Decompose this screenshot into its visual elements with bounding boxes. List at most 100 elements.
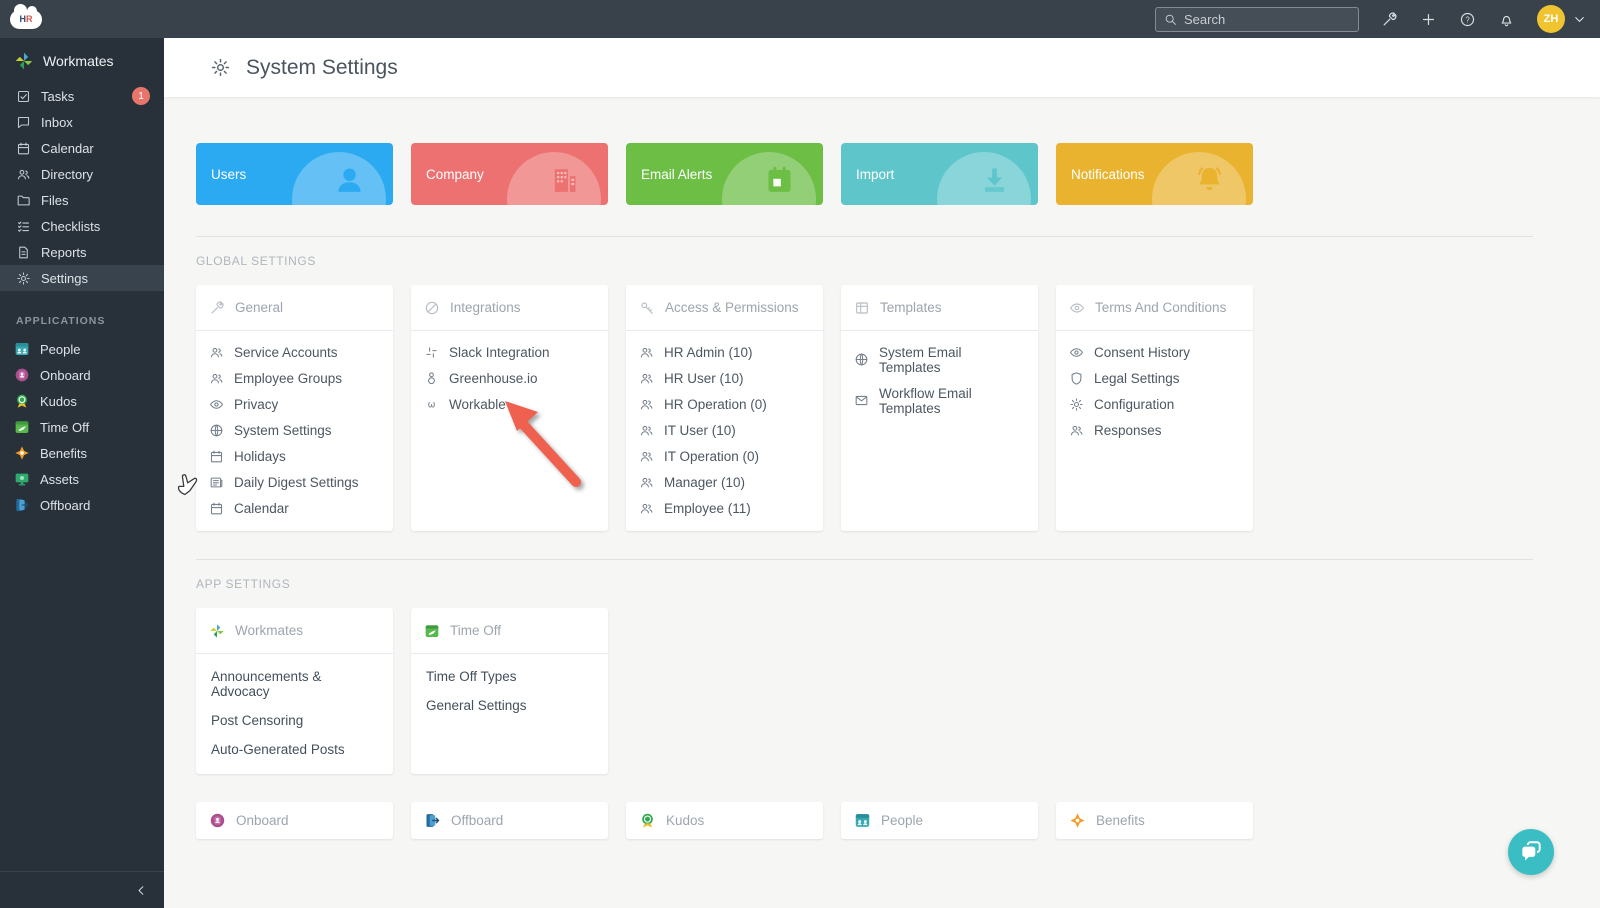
brand-label: Workmates [43, 53, 114, 69]
sidebar-app-assets[interactable]: Assets [0, 466, 164, 492]
wrench-icon [209, 300, 225, 316]
globe-icon [209, 423, 224, 438]
help-icon[interactable]: ? [1459, 11, 1476, 28]
global-settings-grid: General Service Accounts Employee Groups… [196, 285, 1533, 531]
plus-icon[interactable] [1420, 11, 1437, 28]
sidebar-app-onboard[interactable]: Onboard [0, 362, 164, 388]
link-consent-history[interactable]: Consent History [1056, 339, 1253, 365]
shortcut-cards: Users Company Email Alerts Import Notifi [196, 143, 1533, 205]
sidebar-app-timeoff[interactable]: Time Off [0, 414, 164, 440]
kudos-link-card[interactable]: Kudos [626, 802, 823, 839]
app-offboard-icon [14, 497, 30, 513]
link-responses[interactable]: Responses [1056, 417, 1253, 443]
import-card[interactable]: Import [841, 143, 1038, 205]
bell-icon[interactable] [1498, 11, 1515, 28]
users-card[interactable]: Users [196, 143, 393, 205]
chat-launcher-button[interactable] [1508, 829, 1554, 875]
chevron-down-icon[interactable] [1573, 13, 1586, 26]
link-workable[interactable]: ω Workable [411, 391, 608, 417]
sidebar-item-directory[interactable]: Directory [0, 161, 164, 187]
checklist-icon [16, 219, 31, 234]
link-service-accounts[interactable]: Service Accounts [196, 339, 393, 365]
link-hr-operation[interactable]: HR Operation (0) [626, 391, 823, 417]
wrench-icon[interactable] [1381, 11, 1398, 28]
link-timeoff-general-settings[interactable]: General Settings [411, 691, 608, 720]
sidebar-collapse-button[interactable] [0, 871, 164, 908]
app-settings-grid: Workmates Announcements & Advocacy Post … [196, 608, 1533, 774]
sidebar-app-benefits[interactable]: Benefits [0, 440, 164, 466]
calendar-filled-icon [763, 163, 796, 196]
link-employee[interactable]: Employee (11) [626, 495, 823, 521]
gear-icon [210, 57, 231, 78]
main: System Settings Users Company Email Aler… [164, 38, 1600, 908]
offboard-link-card[interactable]: Offboard [411, 802, 608, 839]
people-icon [639, 397, 654, 412]
link-slack-integration[interactable]: Slack Integration [411, 339, 608, 365]
sidebar-item-inbox[interactable]: Inbox [0, 109, 164, 135]
app-offboard-icon [424, 812, 441, 829]
chevron-left-icon [135, 884, 148, 897]
link-manager[interactable]: Manager (10) [626, 469, 823, 495]
sidebar-item-calendar[interactable]: Calendar [0, 135, 164, 161]
link-announcements-advocacy[interactable]: Announcements & Advocacy [196, 662, 393, 706]
link-calendar[interactable]: Calendar [196, 495, 393, 521]
sidebar-item-reports[interactable]: Reports [0, 239, 164, 265]
calendar-icon [209, 449, 224, 464]
link-legal-settings[interactable]: Legal Settings [1056, 365, 1253, 391]
chat-icon [16, 115, 31, 130]
link-timeoff-types[interactable]: Time Off Types [411, 662, 608, 691]
link-workflow-email-templates[interactable]: Workflow Email Templates [841, 380, 1038, 421]
sidebar-app-people[interactable]: People [0, 336, 164, 362]
brand[interactable]: Workmates [0, 38, 164, 83]
eye-icon [1069, 300, 1085, 316]
link-hr-user[interactable]: HR User (10) [626, 365, 823, 391]
panel-templates: Templates System Email Templates Workflo… [841, 285, 1038, 531]
topbar: HR ? ZH [0, 0, 1600, 38]
link-hr-admin[interactable]: HR Admin (10) [626, 339, 823, 365]
sidebar-item-tasks[interactable]: Tasks 1 [0, 83, 164, 109]
search-input[interactable] [1184, 11, 1334, 27]
workmates-logo-icon [14, 51, 34, 71]
link-it-operation[interactable]: IT Operation (0) [626, 443, 823, 469]
email-alerts-card[interactable]: Email Alerts [626, 143, 823, 205]
onboard-link-card[interactable]: Onboard [196, 802, 393, 839]
link-system-email-templates[interactable]: System Email Templates [841, 339, 1038, 380]
people-icon [639, 423, 654, 438]
link-greenhouse[interactable]: Greenhouse.io [411, 365, 608, 391]
people-link-card[interactable]: People [841, 802, 1038, 839]
sidebar-app-offboard[interactable]: Offboard [0, 492, 164, 518]
link-auto-generated-posts[interactable]: Auto-Generated Posts [196, 735, 393, 764]
link-it-user[interactable]: IT User (10) [626, 417, 823, 443]
panel-terms-conditions: Terms And Conditions Consent History Leg… [1056, 285, 1253, 531]
greenhouse-icon [424, 371, 439, 386]
company-card[interactable]: Company [411, 143, 608, 205]
people-icon [209, 345, 224, 360]
app-people-icon [14, 341, 30, 357]
link-configuration[interactable]: Configuration [1056, 391, 1253, 417]
calendar-icon [209, 501, 224, 516]
link-holidays[interactable]: Holidays [196, 443, 393, 469]
sidebar-item-settings[interactable]: Settings [0, 265, 164, 291]
search-box[interactable] [1155, 6, 1359, 32]
sidebar-item-checklists[interactable]: Checklists [0, 213, 164, 239]
page-header: System Settings [164, 38, 1600, 97]
benefits-link-card[interactable]: Benefits [1056, 802, 1253, 839]
link-system-settings[interactable]: System Settings [196, 417, 393, 443]
user-filled-icon [333, 163, 366, 196]
sidebar-app-kudos[interactable]: Kudos [0, 388, 164, 414]
gear-icon [1069, 397, 1084, 412]
sidebar-item-files[interactable]: Files [0, 187, 164, 213]
notifications-card[interactable]: Notifications [1056, 143, 1253, 205]
app-benefits-icon [1069, 812, 1086, 829]
tasks-badge: 1 [132, 87, 150, 105]
table-icon [854, 300, 870, 316]
hr-cloud-logo[interactable]: HR [10, 3, 42, 29]
link-daily-digest[interactable]: Daily Digest Settings [196, 469, 393, 495]
link-privacy[interactable]: Privacy [196, 391, 393, 417]
building-filled-icon [548, 163, 581, 196]
page-title: System Settings [246, 55, 398, 79]
avatar[interactable]: ZH [1537, 5, 1565, 33]
people-icon [209, 371, 224, 386]
link-employee-groups[interactable]: Employee Groups [196, 365, 393, 391]
link-post-censoring[interactable]: Post Censoring [196, 706, 393, 735]
